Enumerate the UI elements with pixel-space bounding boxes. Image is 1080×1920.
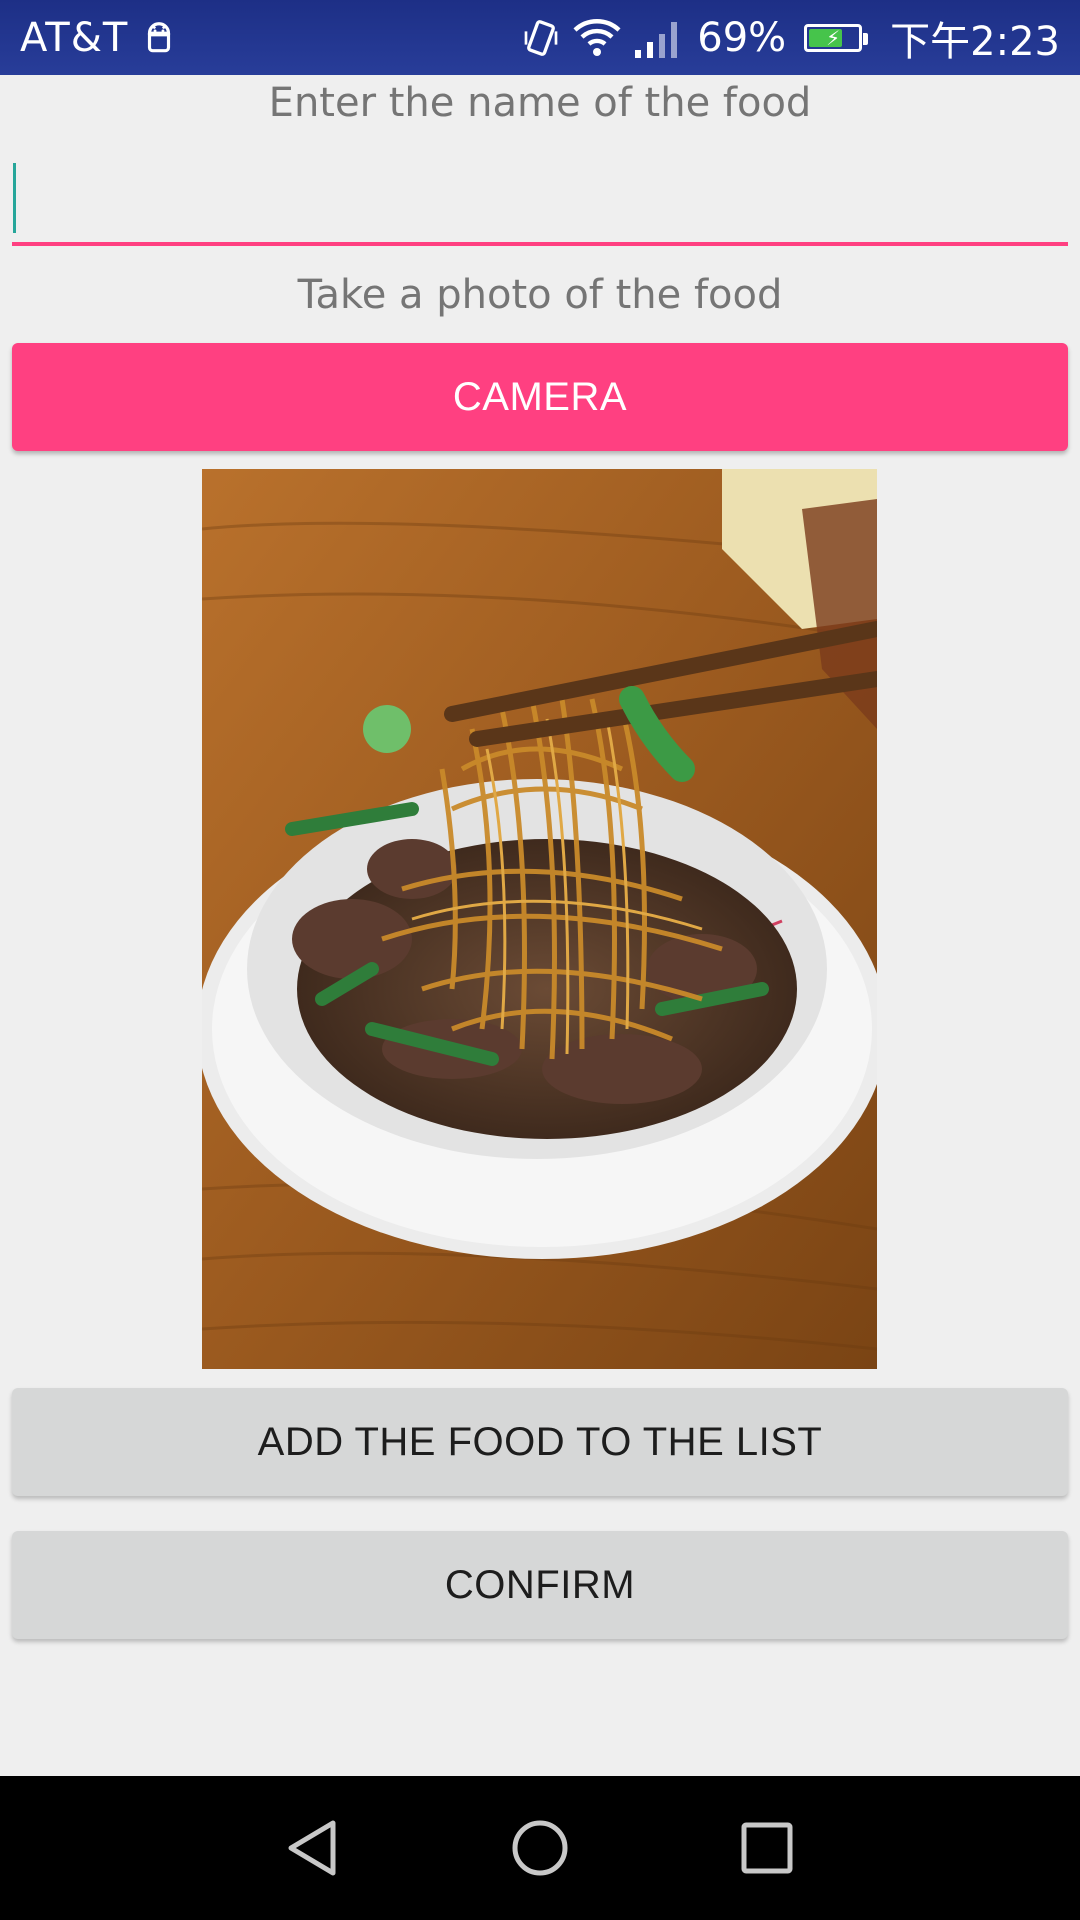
back-icon[interactable]: [253, 1788, 373, 1908]
food-photo: [202, 469, 877, 1369]
status-right: 69% ⚡ 下午2:23: [521, 9, 1060, 67]
signal-icon: [633, 18, 685, 58]
camera-button[interactable]: CAMERA: [12, 343, 1068, 451]
status-left: AT&T: [20, 15, 178, 61]
name-prompt: Enter the name of the food: [268, 80, 812, 126]
android-icon: [140, 19, 178, 57]
status-bar: AT&T 69% ⚡ 下午2:23: [0, 0, 1080, 75]
recents-icon[interactable]: [707, 1788, 827, 1908]
battery-charging-icon: ⚡: [804, 23, 869, 52]
battery-percent: 69%: [697, 14, 787, 61]
wifi-icon: [573, 18, 621, 58]
clock: 下午2:23: [890, 18, 1060, 65]
carrier-label: AT&T: [20, 14, 129, 61]
app-screen: AT&T 69% ⚡ 下午2:23 Enter the name of the …: [0, 0, 1080, 1920]
add-food-button[interactable]: ADD THE FOOD TO THE LIST: [12, 1388, 1068, 1496]
home-icon[interactable]: [480, 1788, 600, 1908]
food-name-input[interactable]: [12, 150, 1068, 246]
nav-bar: [0, 1776, 1080, 1920]
text-cursor: [13, 163, 16, 233]
bolt-icon: ⚡: [826, 25, 841, 50]
vibrate-icon: [521, 18, 561, 58]
photo-prompt: Take a photo of the food: [297, 272, 783, 318]
confirm-button[interactable]: CONFIRM: [12, 1531, 1068, 1639]
